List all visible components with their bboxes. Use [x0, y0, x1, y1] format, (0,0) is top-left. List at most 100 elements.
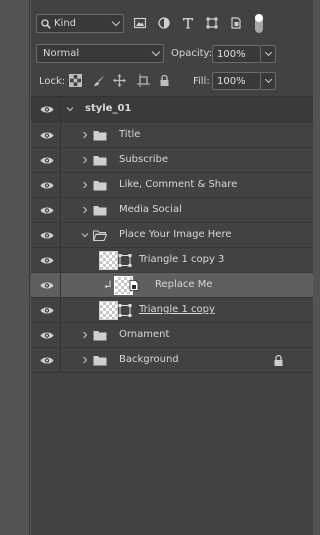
layers-panel: Kind Normal Opacity: 100% Lock: Fill: 10…: [31, 0, 313, 535]
layer-group-row[interactable]: Place Your Image Here: [31, 223, 313, 248]
folder-icon: [93, 131, 107, 141]
visibility-eye-icon[interactable]: [40, 206, 54, 215]
chevron-down-icon: [151, 47, 161, 57]
visibility-eye-icon[interactable]: [40, 256, 54, 265]
filter-row: Kind: [31, 12, 313, 34]
lock-transparent-pixels-icon[interactable]: [69, 74, 82, 87]
layer-group-row[interactable]: style_01: [31, 97, 313, 123]
visibility-eye-icon[interactable]: [40, 181, 54, 190]
smart-object-icon: [129, 280, 139, 291]
opacity-value: 100%: [217, 48, 246, 60]
row-separator: [60, 273, 61, 297]
layer-name: Like, Comment & Share: [119, 179, 238, 190]
row-separator: [60, 97, 61, 122]
row-separator: [60, 148, 61, 172]
fill-label: Fill:: [193, 76, 210, 87]
layer-row-selected[interactable]: Replace Me: [31, 273, 313, 298]
folder-icon: [93, 181, 107, 191]
layer-group-row[interactable]: Background: [31, 348, 313, 373]
chevron-down-icon[interactable]: [66, 105, 74, 113]
chevron-right-icon[interactable]: [81, 181, 89, 189]
row-separator: [60, 123, 61, 147]
lock-artboard-icon[interactable]: [137, 74, 150, 87]
visibility-eye-icon[interactable]: [40, 331, 54, 340]
lock-row: Lock: Fill: 100%: [31, 70, 313, 92]
filter-toggle-switch[interactable]: [255, 14, 263, 33]
layer-thumbnail[interactable]: [99, 301, 118, 320]
smart-object-filter-icon[interactable]: [230, 17, 242, 29]
row-separator: [60, 248, 61, 272]
blend-mode-dropdown[interactable]: Normal: [36, 44, 164, 63]
opacity-input[interactable]: 100%: [212, 45, 261, 63]
layer-name: Background: [119, 354, 179, 365]
filter-kind-dropdown[interactable]: Kind: [36, 14, 124, 33]
lock-icon[interactable]: [273, 354, 284, 367]
opacity-label: Opacity:: [171, 48, 213, 59]
layer-name: Title: [119, 129, 141, 140]
layer-row[interactable]: Triangle 1 copy: [31, 298, 313, 323]
fill-value: 100%: [217, 75, 246, 87]
chevron-right-icon[interactable]: [81, 156, 89, 164]
lock-image-pixels-brush-icon[interactable]: [93, 74, 106, 87]
layer-group-row[interactable]: Ornament: [31, 323, 313, 348]
fill-dropdown-button[interactable]: [261, 72, 276, 90]
visibility-eye-icon[interactable]: [40, 131, 54, 140]
layer-name: Replace Me: [155, 279, 213, 290]
layer-row[interactable]: Triangle 1 copy 3: [31, 248, 313, 273]
folder-icon: [93, 356, 107, 366]
layer-name: Place Your Image Here: [119, 229, 232, 240]
visibility-eye-icon[interactable]: [40, 281, 54, 290]
adjustment-filter-icon[interactable]: [158, 17, 170, 29]
filter-kind-label: Kind: [54, 18, 77, 29]
layers-list: style_01 Title Subscribe Like, Comment &…: [31, 97, 313, 373]
layer-group-row[interactable]: Subscribe: [31, 148, 313, 173]
visibility-eye-icon[interactable]: [40, 105, 54, 114]
blend-row: Normal Opacity: 100%: [31, 43, 313, 65]
row-separator: [60, 198, 61, 222]
lock-position-move-icon[interactable]: [113, 74, 126, 87]
row-separator: [60, 323, 61, 347]
layer-name: Media Social: [119, 204, 182, 215]
visibility-eye-icon[interactable]: [40, 306, 54, 315]
search-icon: [41, 18, 51, 29]
chevron-down-icon: [264, 48, 273, 57]
opacity-dropdown-button[interactable]: [261, 45, 276, 63]
shape-layer-icon: [118, 304, 132, 317]
folder-icon: [93, 331, 107, 341]
image-filter-icon[interactable]: [134, 17, 146, 29]
chevron-right-icon[interactable]: [81, 131, 89, 139]
chevron-right-icon[interactable]: [81, 331, 89, 339]
row-separator: [60, 173, 61, 197]
layer-group-row[interactable]: Media Social: [31, 198, 313, 223]
layer-name: style_01: [85, 103, 132, 114]
layer-name: Ornament: [119, 329, 170, 340]
lock-all-icon[interactable]: [158, 74, 171, 87]
folder-icon: [93, 206, 107, 216]
folder-icon: [93, 156, 107, 166]
chevron-right-icon[interactable]: [81, 356, 89, 364]
layer-name: Triangle 1 copy: [139, 304, 215, 315]
layer-thumbnail[interactable]: [99, 251, 118, 270]
clipping-mask-arrow-icon: [104, 280, 111, 289]
chevron-right-icon[interactable]: [81, 206, 89, 214]
layer-group-row[interactable]: Like, Comment & Share: [31, 173, 313, 198]
visibility-eye-icon[interactable]: [40, 231, 54, 240]
layer-name: Subscribe: [119, 154, 169, 165]
open-folder-icon: [93, 230, 107, 241]
fill-input[interactable]: 100%: [212, 72, 261, 90]
visibility-eye-icon[interactable]: [40, 356, 54, 365]
layer-group-row[interactable]: Title: [31, 123, 313, 148]
shape-layer-icon: [118, 254, 132, 267]
row-separator: [60, 223, 61, 247]
visibility-eye-icon[interactable]: [40, 156, 54, 165]
lock-label: Lock:: [39, 76, 66, 87]
blend-mode-value: Normal: [43, 48, 80, 59]
row-separator: [60, 348, 61, 372]
chevron-down-icon: [264, 75, 273, 84]
left-panel-strip: [0, 0, 30, 535]
layer-name: Triangle 1 copy 3: [139, 254, 225, 265]
chevron-down-icon[interactable]: [81, 231, 89, 239]
type-filter-icon[interactable]: [182, 17, 194, 29]
shape-filter-icon[interactable]: [206, 17, 218, 29]
chevron-down-icon: [111, 17, 121, 27]
